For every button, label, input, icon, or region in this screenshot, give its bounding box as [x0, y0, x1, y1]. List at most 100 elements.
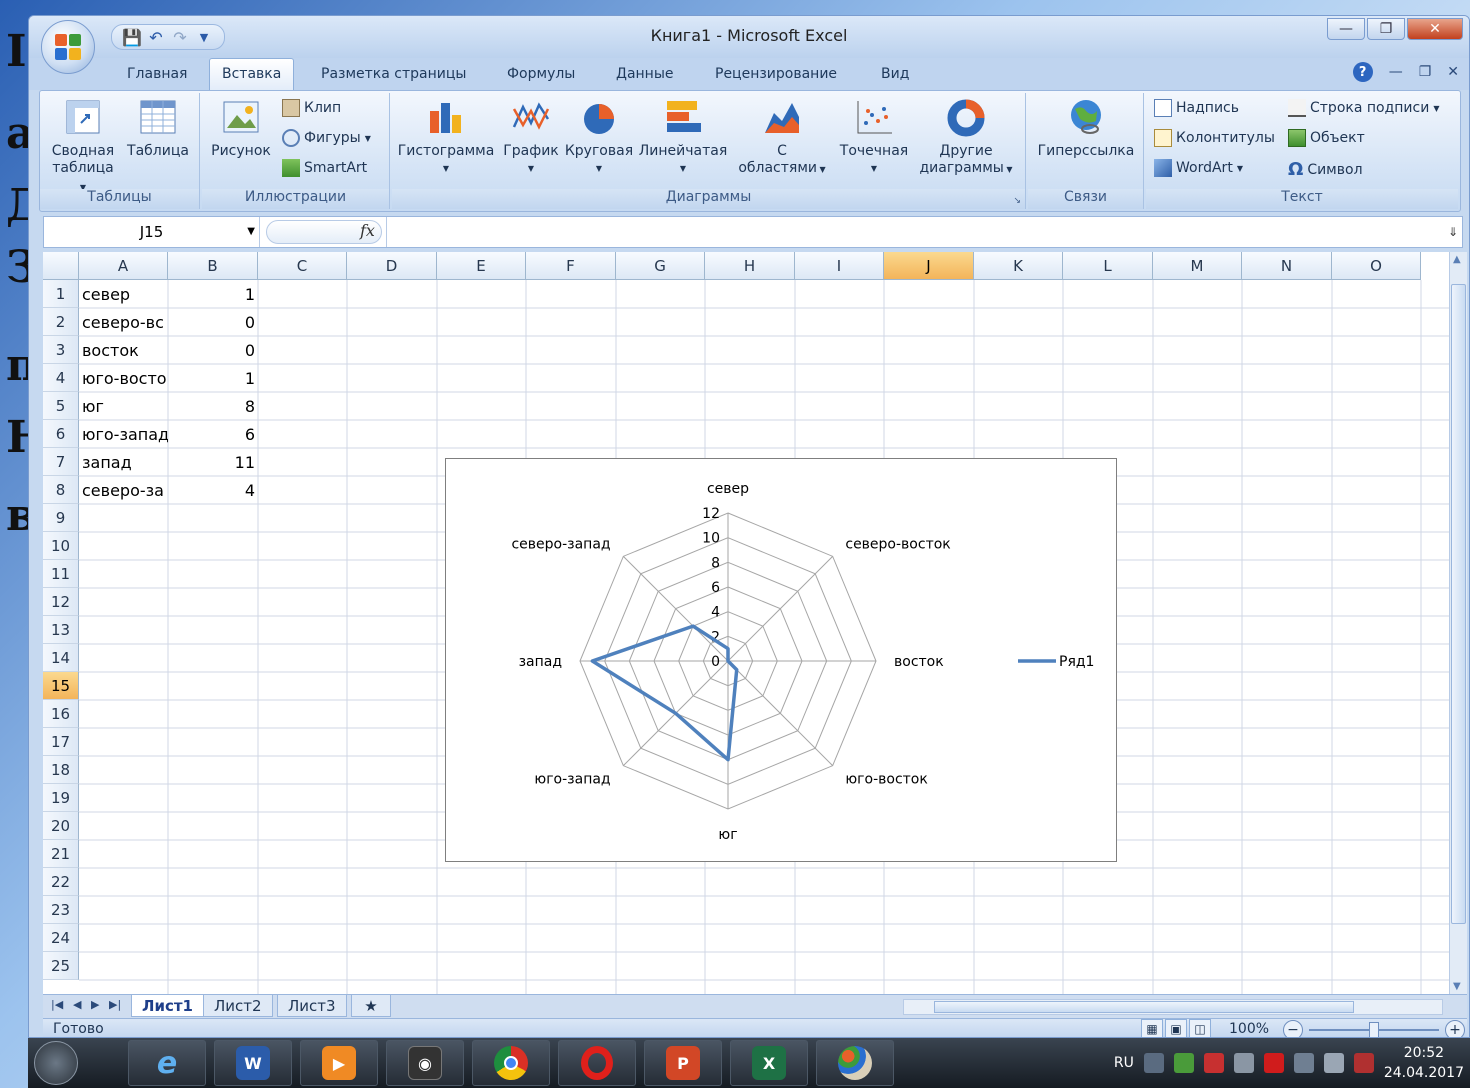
row-header[interactable]: 13: [43, 616, 79, 644]
cell-b[interactable]: 6: [168, 420, 258, 448]
column-header[interactable]: H: [705, 252, 795, 280]
taskbar-internet-explorer[interactable]: e: [128, 1040, 206, 1086]
security-warning-icon[interactable]: [1203, 1053, 1224, 1073]
clip-art-button[interactable]: Клип: [282, 99, 341, 117]
network-icon[interactable]: [1173, 1053, 1194, 1073]
first-sheet-icon[interactable]: |◀: [51, 998, 63, 1011]
row-header[interactable]: 5: [43, 392, 79, 420]
smartart-button[interactable]: SmartArt: [282, 159, 367, 177]
taskbar-opera[interactable]: [558, 1040, 636, 1086]
column-header[interactable]: G: [616, 252, 705, 280]
scroll-down-icon[interactable]: ▼: [1453, 981, 1461, 992]
radar-series-line[interactable]: [590, 624, 739, 762]
pen-input-icon[interactable]: [1143, 1053, 1164, 1073]
row-header[interactable]: 4: [43, 364, 79, 392]
row-header[interactable]: 18: [43, 756, 79, 784]
ribbon-restore-icon[interactable]: ❐: [1419, 64, 1432, 80]
table-button[interactable]: Таблица: [126, 97, 190, 160]
taskbar-media-player[interactable]: ▶: [300, 1040, 378, 1086]
zoom-level[interactable]: 100%: [1229, 1021, 1269, 1037]
header-footer-button[interactable]: Колонтитулы: [1154, 129, 1275, 147]
name-box[interactable]: J15 ▼: [44, 217, 260, 247]
scroll-up-icon[interactable]: ▲: [1453, 254, 1461, 265]
column-header[interactable]: I: [795, 252, 884, 280]
close-button[interactable]: ✕: [1407, 18, 1463, 40]
row-header[interactable]: 24: [43, 924, 79, 952]
ribbon-close-icon[interactable]: ✕: [1447, 64, 1459, 80]
vertical-scrollbar[interactable]: ▲ ▼: [1449, 252, 1467, 994]
zoom-out-icon[interactable]: −: [1283, 1020, 1303, 1037]
cell-b[interactable]: 0: [168, 308, 258, 336]
page-layout-view-icon[interactable]: ▣: [1165, 1019, 1187, 1037]
row-header[interactable]: 10: [43, 532, 79, 560]
row-header[interactable]: 15: [43, 672, 79, 700]
horizontal-scroll-thumb[interactable]: [934, 1001, 1354, 1013]
scatter-chart-button[interactable]: Точечная ▼: [834, 97, 914, 177]
textbox-button[interactable]: Надпись: [1154, 99, 1239, 117]
row-header[interactable]: 12: [43, 588, 79, 616]
radar-chart[interactable]: 0 2 4 6 8 10 12 север северо-восток восток юго-вос…: [445, 458, 1117, 862]
legend-entry[interactable]: Ряд1: [1059, 654, 1094, 670]
zoom-slider-thumb[interactable]: [1369, 1022, 1379, 1037]
tab-data[interactable]: Данные: [604, 64, 686, 84]
column-header[interactable]: D: [347, 252, 437, 280]
speaker-icon[interactable]: [1323, 1053, 1344, 1073]
cell-a[interactable]: запад: [79, 448, 168, 476]
insert-sheet-icon[interactable]: ★: [351, 995, 391, 1017]
row-header[interactable]: 1: [43, 280, 79, 308]
office-button[interactable]: [41, 20, 95, 74]
picture-button[interactable]: Рисунок: [206, 97, 276, 160]
help-icon[interactable]: ?: [1352, 62, 1373, 82]
column-header[interactable]: B: [168, 252, 258, 280]
language-indicator[interactable]: RU: [1114, 1055, 1134, 1071]
minimize-button[interactable]: —: [1327, 18, 1365, 40]
cell-b[interactable]: 8: [168, 392, 258, 420]
tab-page-layout[interactable]: Разметка страницы: [309, 64, 478, 84]
cell-b[interactable]: 0: [168, 336, 258, 364]
cell-a[interactable]: юг: [79, 392, 168, 420]
dialog-launcher-icon[interactable]: ↘: [1013, 196, 1021, 206]
hyperlink-button[interactable]: Гиперссылка: [1032, 97, 1140, 160]
tab-review[interactable]: Рецензирование: [703, 64, 849, 84]
sheet-tab-3[interactable]: Лист3: [277, 995, 347, 1017]
column-header[interactable]: E: [437, 252, 526, 280]
taskbar-excel[interactable]: X: [730, 1040, 808, 1086]
column-header[interactable]: L: [1063, 252, 1153, 280]
column-header[interactable]: A: [79, 252, 168, 280]
ati-icon[interactable]: [1263, 1053, 1284, 1073]
maximize-button[interactable]: ❐: [1367, 18, 1405, 40]
row-header[interactable]: 11: [43, 560, 79, 588]
cell-a[interactable]: юго-восто: [79, 364, 168, 392]
tab-insert[interactable]: Вставка: [209, 58, 295, 91]
other-charts-button[interactable]: Другие диаграммы ▼: [914, 97, 1018, 178]
wordart-button[interactable]: WordArt ▼: [1154, 159, 1243, 177]
last-sheet-icon[interactable]: ▶|: [109, 998, 121, 1011]
column-header[interactable]: N: [1242, 252, 1332, 280]
pivot-table-button[interactable]: Сводная таблица ▼: [48, 97, 118, 196]
cell-b[interactable]: 11: [168, 448, 258, 476]
formula-input[interactable]: [386, 217, 1446, 247]
normal-view-icon[interactable]: ▦: [1141, 1019, 1163, 1037]
select-all-corner[interactable]: [43, 252, 79, 280]
horizontal-scrollbar[interactable]: [903, 999, 1443, 1015]
sheet-tab-1[interactable]: Лист1: [131, 995, 204, 1017]
column-header[interactable]: M: [1153, 252, 1242, 280]
object-button[interactable]: Объект: [1288, 129, 1365, 147]
bar-chart-button[interactable]: Линейчатая ▼: [636, 97, 730, 177]
next-sheet-icon[interactable]: ▶: [91, 998, 99, 1011]
pie-chart-button[interactable]: Круговая ▼: [564, 97, 634, 177]
symbol-button[interactable]: Ω Символ: [1288, 159, 1363, 180]
ribbon-minimize-icon[interactable]: —: [1389, 64, 1403, 80]
tab-formulas[interactable]: Формулы: [495, 64, 587, 84]
page-break-view-icon[interactable]: ◫: [1189, 1019, 1211, 1037]
taskbar-paint[interactable]: [816, 1040, 894, 1086]
insert-function-icon[interactable]: fx: [360, 221, 375, 240]
row-header[interactable]: 8: [43, 476, 79, 504]
taskbar-powerpoint[interactable]: P: [644, 1040, 722, 1086]
display-icon[interactable]: [1293, 1053, 1314, 1073]
action-center-icon[interactable]: [1353, 1053, 1374, 1073]
tab-home[interactable]: Главная: [115, 64, 199, 84]
chevron-down-icon[interactable]: ▼: [247, 226, 255, 237]
row-header[interactable]: 22: [43, 868, 79, 896]
tab-view[interactable]: Вид: [869, 64, 921, 84]
